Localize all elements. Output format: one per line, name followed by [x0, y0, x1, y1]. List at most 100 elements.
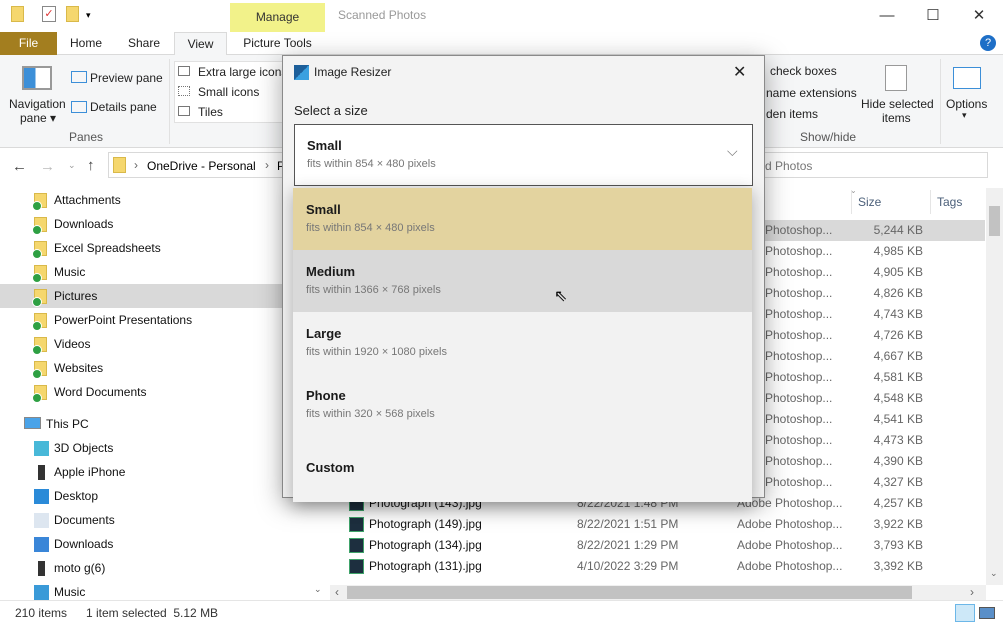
folder-icon — [32, 337, 47, 355]
tab-home[interactable]: Home — [62, 32, 110, 55]
layout-tiles[interactable]: Tiles — [198, 105, 223, 119]
minimize-button[interactable]: — — [864, 4, 910, 28]
sidebar-item[interactable]: Websites — [0, 356, 282, 380]
sidebar-item-label: Websites — [54, 361, 104, 375]
sidebar-item[interactable]: Apple iPhone — [0, 460, 282, 484]
file-list-vertical-scrollbar[interactable]: ⌄ — [986, 188, 1003, 585]
tab-manage[interactable]: Manage — [230, 3, 325, 32]
sidebar-item-this-pc[interactable]: This PC — [0, 412, 282, 436]
chevron-down-icon[interactable]: ⌵ — [727, 143, 738, 160]
folder-icon — [32, 361, 47, 379]
navigation-pane-button[interactable]: Navigation — [9, 97, 66, 111]
computer-icon — [24, 417, 41, 429]
sidebar-item[interactable]: Documents — [0, 508, 282, 532]
details-view-icon[interactable] — [955, 604, 975, 622]
file-row[interactable]: Photograph (131).jpg 4/10/2022 3:29 PM A… — [330, 556, 985, 577]
options-button[interactable]: Options — [946, 97, 987, 111]
sidebar-item[interactable]: Word Documents — [0, 380, 282, 404]
hide-selected-button[interactable]: Hide selected — [861, 97, 934, 111]
size-option-medium[interactable]: Medium fits within 1366 × 768 pixels — [293, 250, 752, 312]
size-select[interactable]: Small fits within 854 × 480 pixels ⌵ — [294, 124, 753, 186]
customize-qat-icon[interactable]: ▾ — [86, 10, 91, 21]
size-option-phone[interactable]: Phone fits within 320 × 568 pixels — [293, 374, 752, 436]
tab-picture-tools[interactable]: Picture Tools — [230, 32, 325, 55]
up-button[interactable]: ↑ — [87, 157, 95, 174]
sidebar-item[interactable]: Pictures — [0, 284, 282, 308]
image-file-icon — [349, 538, 364, 553]
properties-icon[interactable]: ✓ — [42, 6, 56, 22]
item-check-boxes[interactable]: check boxes — [770, 64, 837, 78]
preview-pane-icon — [71, 71, 87, 83]
file-size: 3,793 KB — [873, 538, 923, 552]
forward-button[interactable]: → — [40, 158, 55, 175]
file-row[interactable]: Photograph (134).jpg 8/22/2021 1:29 PM A… — [330, 535, 985, 556]
layout-extra-large-icons[interactable]: Extra large icons — [198, 65, 287, 79]
file-list-horizontal-scrollbar[interactable]: ‹ › — [330, 585, 986, 600]
hidden-items[interactable]: den items — [766, 107, 818, 121]
search-input[interactable]: d Photos — [760, 152, 988, 178]
scroll-thumb[interactable] — [989, 206, 1000, 236]
navigation-pane-icon[interactable] — [22, 66, 52, 90]
breadcrumb-onedrive[interactable]: OneDrive - Personal — [147, 159, 256, 173]
preview-pane-button[interactable]: Preview pane — [90, 71, 163, 85]
file-type: e Photoshop... — [755, 433, 833, 447]
file-size: 3,922 KB — [873, 517, 923, 531]
file-row[interactable]: Photograph (149).jpg 8/22/2021 1:51 PM A… — [330, 514, 985, 535]
file-name: Photograph (134).jpg — [369, 538, 482, 552]
size-option-small[interactable]: Small fits within 854 × 480 pixels — [293, 188, 752, 250]
address-bar[interactable]: › OneDrive - Personal › P — [108, 152, 288, 178]
sync-status-icon — [32, 345, 42, 355]
dialog-close-button[interactable]: ✕ — [733, 62, 746, 82]
details-pane-icon — [71, 101, 87, 113]
sidebar-item[interactable]: Videos — [0, 332, 282, 356]
image-file-icon — [349, 559, 364, 574]
sidebar-item[interactable]: PowerPoint Presentations — [0, 308, 282, 332]
file-type: e Photoshop... — [755, 244, 833, 258]
layout-small-icons[interactable]: Small icons — [198, 85, 259, 99]
folder-icon — [32, 289, 47, 307]
sidebar-item[interactable]: Desktop — [0, 484, 282, 508]
file-type: e Photoshop... — [755, 475, 833, 489]
scroll-down-icon[interactable]: ⌄ — [314, 584, 322, 595]
options-dropdown-icon[interactable]: ▾ — [962, 110, 967, 121]
scroll-thumb[interactable] — [347, 586, 912, 599]
sidebar-item[interactable]: Downloads — [0, 532, 282, 556]
details-pane-button[interactable]: Details pane — [90, 100, 157, 114]
file-name-extensions[interactable]: name extensions — [766, 86, 857, 100]
column-size[interactable]: Size — [851, 190, 931, 214]
sidebar-item[interactable]: moto g(6) — [0, 556, 282, 580]
hide-selected-icon — [885, 65, 907, 91]
folder-icon — [32, 385, 47, 403]
tab-file[interactable]: File — [0, 32, 57, 55]
new-folder-icon[interactable] — [66, 6, 79, 22]
size-option-large[interactable]: Large fits within 1920 × 1080 pixels — [293, 312, 752, 374]
column-tags[interactable]: Tags — [931, 190, 986, 214]
size-option-custom[interactable]: Custom — [293, 436, 752, 502]
size-dropdown-list: Small fits within 854 × 480 pixels Mediu… — [293, 188, 752, 502]
back-button[interactable]: ← — [12, 158, 27, 175]
scroll-left-icon[interactable]: ‹ — [335, 585, 339, 599]
large-icons-view-icon[interactable] — [979, 607, 995, 619]
help-icon[interactable]: ? — [980, 35, 996, 51]
scroll-down-icon[interactable]: ⌄ — [990, 568, 998, 579]
file-name: Photograph (149).jpg — [369, 517, 482, 531]
sidebar-item[interactable]: Downloads — [0, 212, 282, 236]
maximize-button[interactable]: ☐ — [910, 4, 956, 28]
sidebar-item[interactable]: Excel Spreadsheets — [0, 236, 282, 260]
chevron-right-icon: › — [265, 158, 269, 172]
file-size: 4,726 KB — [873, 328, 923, 342]
search-placeholder: d Photos — [765, 159, 813, 173]
tab-share[interactable]: Share — [120, 32, 168, 55]
sidebar-item[interactable]: Music — [0, 260, 282, 284]
size-option-desc: fits within 320 × 568 pixels — [306, 408, 435, 420]
sidebar-item[interactable]: Attachments — [0, 188, 282, 212]
file-date: 8/22/2021 1:51 PM — [577, 517, 679, 531]
recent-locations-button[interactable]: ⌄ — [68, 160, 76, 171]
tab-view[interactable]: View — [174, 32, 227, 56]
close-button[interactable]: ✕ — [956, 4, 1002, 28]
sidebar-item[interactable]: 3D Objects — [0, 436, 282, 460]
scroll-right-icon[interactable]: › — [970, 585, 974, 599]
documents-icon — [34, 513, 49, 528]
sync-status-icon — [32, 249, 42, 259]
window-title: Scanned Photos — [338, 8, 427, 22]
